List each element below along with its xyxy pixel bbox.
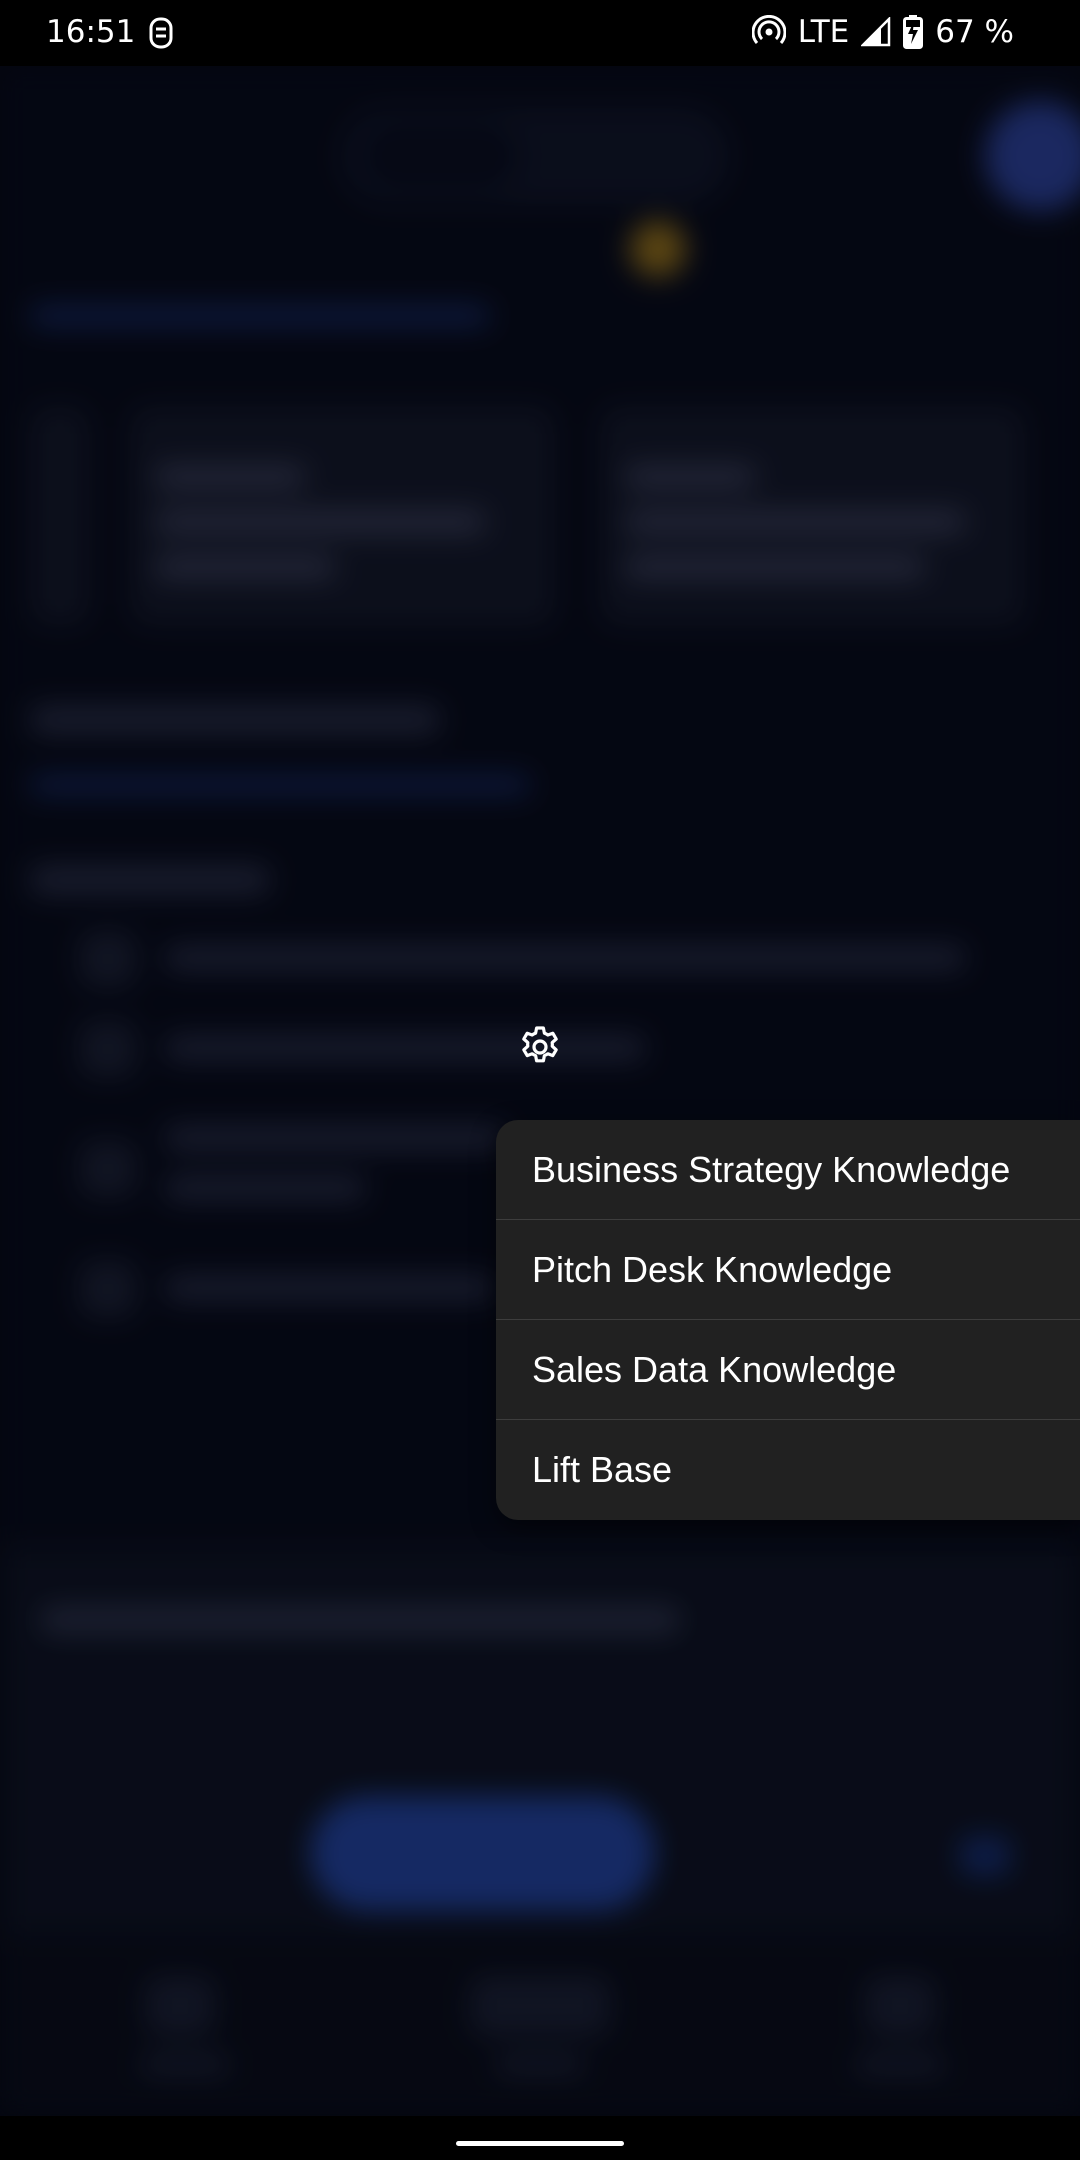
battery-percent: 67 % — [935, 14, 1014, 50]
menu-item-pitch-desk-knowledge[interactable]: Pitch Desk Knowledge — [496, 1220, 1080, 1320]
signal-icon — [861, 17, 891, 47]
status-bar: 16:51 LTE 67 % — [0, 0, 1080, 66]
menu-item-lift-base[interactable]: Lift Base — [496, 1420, 1080, 1520]
battery-charging-icon — [903, 15, 924, 49]
network-type: LTE — [797, 14, 850, 50]
hotspot-icon — [751, 15, 786, 44]
dim-overlay[interactable] — [0, 66, 1080, 2116]
menu-item-business-strategy-knowledge[interactable]: Business Strategy Knowledge — [496, 1120, 1080, 1220]
menu-item-sales-data-knowledge[interactable]: Sales Data Knowledge — [496, 1320, 1080, 1420]
status-icons: LTE 67 % — [751, 14, 1014, 50]
app-notification-icon — [149, 17, 173, 49]
knowledge-base-menu: Business Strategy Knowledge Pitch Desk K… — [496, 1120, 1080, 1520]
gear-icon-svg — [522, 1026, 558, 1063]
status-time: 16:51 — [46, 14, 136, 50]
home-gesture-handle[interactable] — [456, 2141, 624, 2146]
system-nav-bar — [0, 2116, 1080, 2160]
gear-icon[interactable] — [512, 1019, 568, 1075]
